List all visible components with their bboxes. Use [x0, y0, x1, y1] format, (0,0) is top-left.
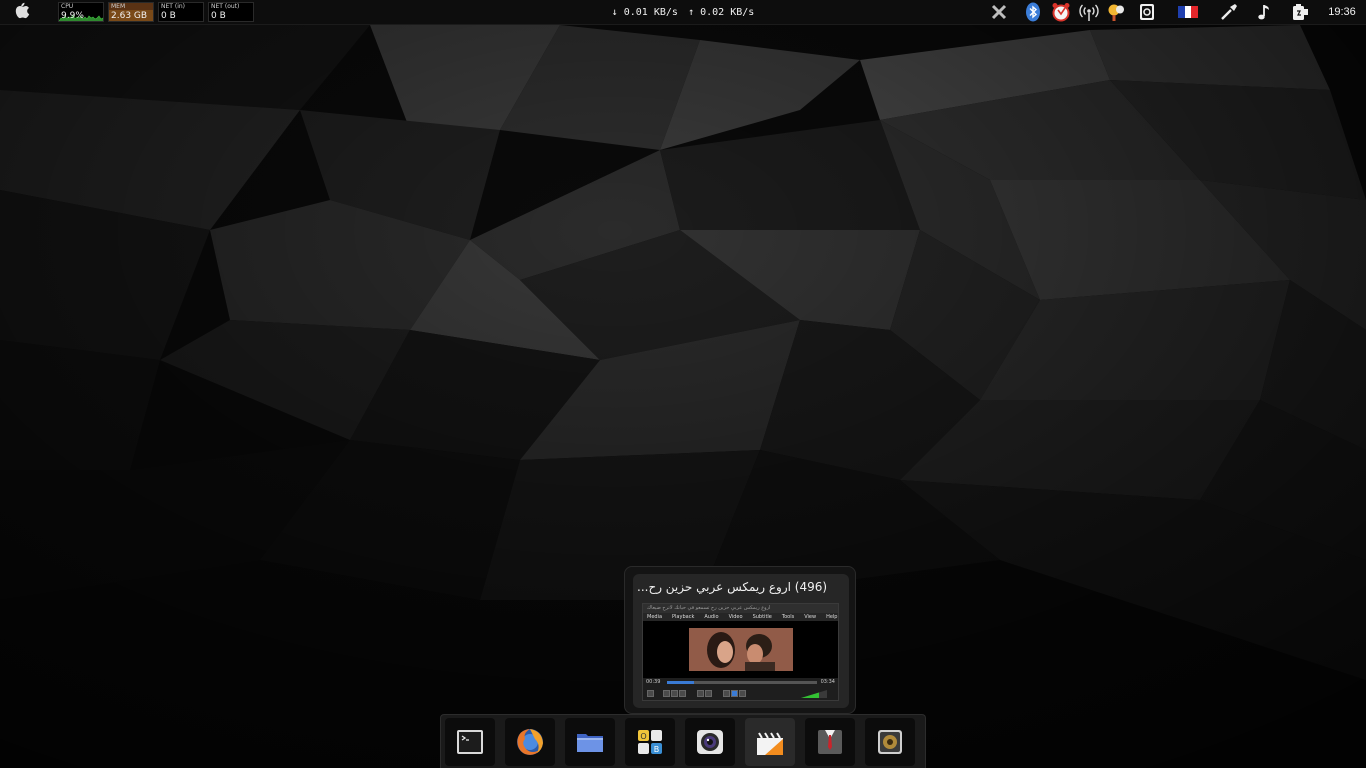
camera-icon	[697, 730, 723, 754]
thumb-next-button	[679, 690, 686, 697]
color-picker-icon[interactable]	[1219, 2, 1239, 22]
net-out-label: NET (out)	[211, 3, 240, 10]
net-out-value: 0 B	[211, 11, 226, 21]
thumb-fullscreen-button	[697, 690, 704, 697]
thumb-loop-button	[731, 690, 738, 697]
thumb-playlist-button	[723, 690, 730, 697]
firefox-icon	[517, 729, 543, 755]
mem-label: MEM	[111, 3, 126, 10]
net-out-monitor[interactable]: NET (out) 0 B	[208, 2, 254, 22]
bluetooth-icon[interactable]	[1023, 2, 1043, 22]
thumb-menu-media: Media	[647, 614, 663, 620]
thumb-menu-audio: Audio	[704, 614, 719, 620]
svg-text:O: O	[640, 732, 646, 741]
dock-item-system[interactable]	[805, 718, 855, 766]
thumb-shuffle-button	[739, 690, 746, 697]
top-panel: CPU 9.9% MEM 2.63 GB NET (in) 0 B NET (o…	[0, 0, 1366, 25]
vlc-window-thumbnail[interactable]: اروع ريمكس عربي حزين رح تسمعو في حياتك ل…	[642, 603, 839, 701]
terminal-icon	[457, 730, 483, 754]
apple-logo-icon[interactable]	[9, 2, 35, 22]
suit-icon	[818, 730, 842, 754]
screenshot-icon[interactable]	[1137, 2, 1157, 22]
thumb-menu-view: View	[804, 614, 817, 620]
folder-icon	[577, 734, 603, 752]
svg-text:B: B	[654, 745, 660, 754]
memory-monitor[interactable]: MEM 2.63 GB	[108, 2, 154, 22]
mem-value: 2.63 GB	[111, 11, 148, 21]
cpu-label: CPU	[61, 3, 74, 10]
thumb-pause-button	[647, 690, 654, 697]
thumb-stop-button	[671, 690, 678, 697]
cpu-monitor[interactable]: CPU 9.9%	[58, 2, 104, 22]
net-in-value: 0 B	[161, 11, 176, 21]
dock-item-vlc[interactable]	[745, 718, 795, 766]
thumb-menubar: Media Playback Audio Video Subtitle Tools View…	[643, 613, 838, 621]
battery-icon[interactable]	[1290, 2, 1310, 22]
alarm-clock-icon[interactable]	[1051, 2, 1071, 22]
dock-item-terminal[interactable]	[445, 718, 495, 766]
office-icon: O B	[638, 730, 662, 754]
video-frame	[689, 628, 793, 671]
dock-item-files[interactable]	[565, 718, 615, 766]
thumb-menu-subtitle: Subtitle	[752, 614, 772, 620]
dock: O B	[440, 714, 926, 768]
thumb-menu-video: Video	[728, 614, 743, 620]
thumb-ext-button	[705, 690, 712, 697]
preview-window-title: (496) اروع ريمكس عربي حزين رح...	[637, 580, 828, 594]
thumb-menu-playback: Playback	[672, 614, 695, 620]
thumb-window-titlebar: اروع ريمكس عربي حزين رح تسمعو في حياتك ل…	[643, 604, 838, 613]
dock-item-camera[interactable]	[685, 718, 735, 766]
clock[interactable]: 19:36	[1322, 0, 1362, 24]
dock-item-sound[interactable]	[865, 718, 915, 766]
thumb-menu-tools: Tools	[781, 614, 795, 620]
dock-item-firefox[interactable]	[505, 718, 555, 766]
music-note-icon[interactable]	[1255, 2, 1275, 22]
window-preview-popup[interactable]: (496) اروع ريمكس عربي حزين رح... اروع ري…	[624, 566, 856, 714]
speaker-icon	[878, 730, 902, 754]
thumb-prev-button	[663, 690, 670, 697]
cpu-value: 9.9%	[61, 11, 84, 21]
thumb-duration: 03:34	[820, 679, 835, 685]
france-flag-icon[interactable]	[1178, 2, 1198, 22]
thumb-progress	[667, 681, 817, 684]
clapper-icon	[757, 732, 783, 755]
thumb-volume	[801, 690, 827, 698]
upload-speed[interactable]: ↑ 0.02 KB/s	[688, 7, 754, 18]
thumb-controls: 00:39 03:34	[643, 678, 838, 700]
net-in-monitor[interactable]: NET (in) 0 B	[158, 2, 204, 22]
wireless-icon[interactable]	[1079, 2, 1099, 22]
thumb-menu-help: Help	[826, 614, 838, 620]
close-x-icon[interactable]	[989, 2, 1009, 22]
dock-item-office[interactable]: O B	[625, 718, 675, 766]
thumb-elapsed: 00:39	[646, 679, 661, 685]
download-speed[interactable]: ↓ 0.01 KB/s	[612, 7, 678, 18]
netspeed-indicator: ↓ 0.01 KB/s ↑ 0.02 KB/s	[0, 0, 1366, 24]
weather-icon[interactable]	[1106, 2, 1126, 22]
net-in-label: NET (in)	[161, 3, 186, 10]
